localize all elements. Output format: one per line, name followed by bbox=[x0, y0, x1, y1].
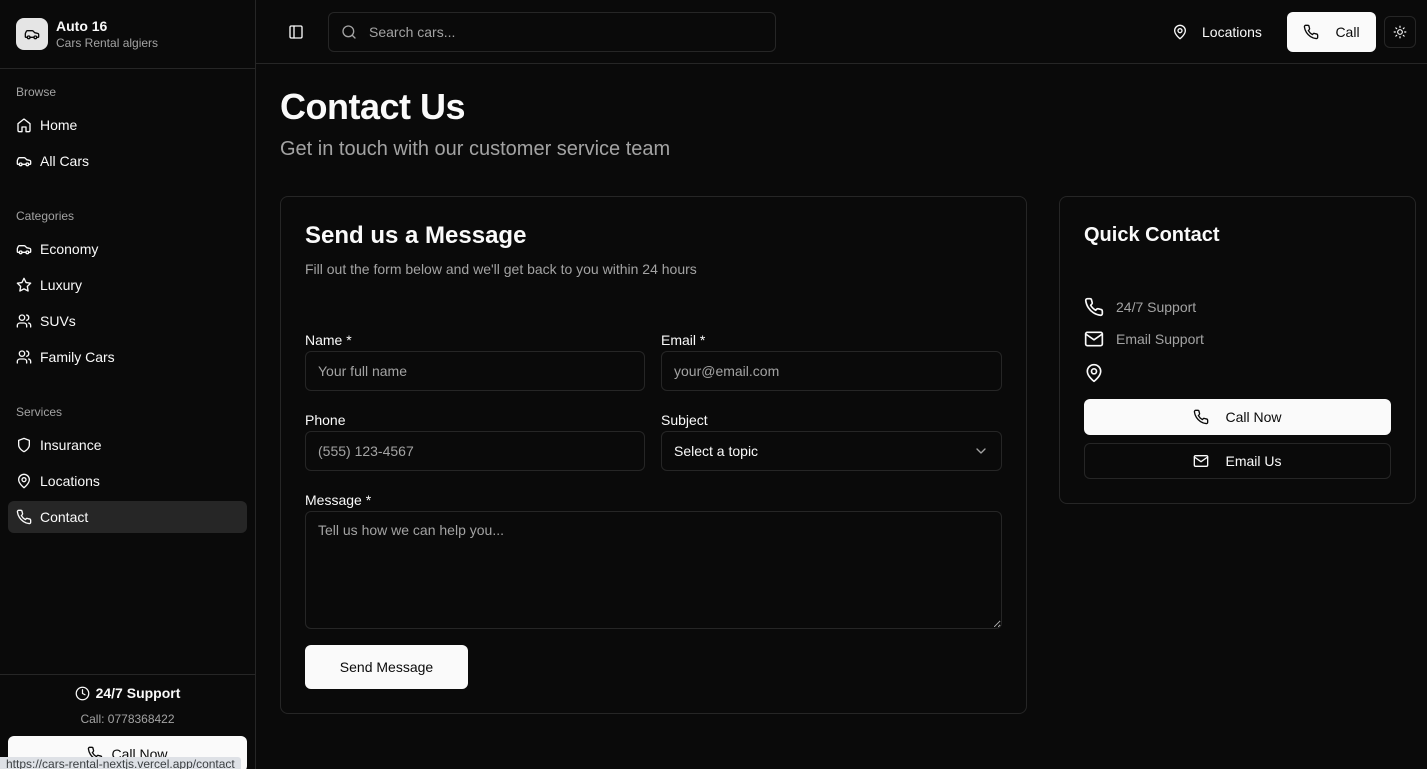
map-pin-icon bbox=[18, 473, 30, 489]
sidebar: Auto 16 Cars Rental algiers Browse Home … bbox=[0, 0, 256, 769]
phone-field[interactable] bbox=[305, 431, 645, 471]
sun-icon bbox=[1393, 25, 1407, 39]
sidebar-item-label: Economy bbox=[40, 241, 99, 257]
users-icon bbox=[16, 314, 32, 328]
sidebar-item-label: Contact bbox=[40, 509, 89, 525]
panel-left-icon bbox=[289, 25, 303, 39]
phone-icon bbox=[16, 509, 32, 525]
sidebar-item-insurance[interactable]: Insurance bbox=[8, 429, 247, 461]
subject-label: Subject bbox=[661, 412, 708, 428]
sidebar-item-label: Locations bbox=[40, 473, 100, 489]
message-field[interactable] bbox=[305, 511, 1002, 629]
sidebar-item-label: Luxury bbox=[40, 277, 83, 293]
sidebar-item-locations[interactable]: Locations bbox=[8, 465, 247, 497]
sidebar-item-label: All Cars bbox=[40, 153, 90, 169]
email-us-button[interactable]: Email Us bbox=[1084, 443, 1391, 479]
name-label: Name * bbox=[305, 332, 352, 348]
brand-title: Auto 16 bbox=[56, 18, 108, 34]
chevron-down-icon bbox=[976, 448, 986, 454]
email-label: Email * bbox=[661, 332, 706, 348]
sidebar-item-all-cars[interactable]: All Cars bbox=[8, 145, 247, 177]
phone-label: Phone bbox=[305, 412, 346, 428]
form-title: Send us a Message bbox=[305, 222, 527, 249]
email-field[interactable] bbox=[661, 351, 1002, 391]
sidebar-item-label: Insurance bbox=[40, 437, 102, 453]
clock-icon bbox=[75, 686, 89, 700]
brand[interactable]: Auto 16 Cars Rental algiers bbox=[0, 0, 255, 69]
map-pin-icon bbox=[1086, 363, 1102, 383]
users-icon bbox=[16, 350, 32, 364]
email-us-label: Email Us bbox=[1225, 453, 1282, 469]
sidebar-item-suvs[interactable]: SUVs bbox=[8, 305, 247, 337]
shield-icon bbox=[18, 437, 30, 453]
sidebar-item-contact[interactable]: Contact bbox=[8, 501, 247, 533]
locations-label: Locations bbox=[1202, 24, 1262, 40]
subject-value: Select a topic bbox=[674, 443, 759, 459]
email-support-text: Email Support bbox=[1116, 331, 1204, 347]
mail-icon bbox=[1084, 331, 1104, 347]
car-icon bbox=[16, 245, 32, 255]
brand-subtitle: Cars Rental algiers bbox=[56, 36, 159, 50]
phone-icon bbox=[1084, 297, 1104, 317]
sidebar-item-luxury[interactable]: Luxury bbox=[8, 269, 247, 301]
send-message-button[interactable]: Send Message bbox=[305, 645, 468, 689]
sidebar-item-home[interactable]: Home bbox=[8, 109, 247, 141]
contact-form-card: Send us a Message Fill out the form belo… bbox=[280, 196, 1027, 714]
sidebar-item-label: Home bbox=[40, 117, 78, 133]
top-header: Locations Call bbox=[256, 0, 1427, 64]
call-now-label: Call Now bbox=[1225, 409, 1282, 425]
header-call-button[interactable]: Call bbox=[1287, 12, 1376, 52]
star-icon bbox=[16, 277, 32, 292]
sidebar-toggle-button[interactable] bbox=[284, 20, 308, 44]
call-now-button[interactable]: Call Now bbox=[1084, 399, 1391, 435]
home-icon bbox=[17, 118, 31, 133]
support-phone-text: Call: 0778368422 bbox=[80, 712, 175, 726]
map-pin-icon bbox=[1174, 24, 1186, 40]
quick-contact-card: Quick Contact 24/7 Support Email Support… bbox=[1059, 196, 1416, 504]
sidebar-item-label: Family Cars bbox=[40, 349, 115, 365]
sidebar-item-family-cars[interactable]: Family Cars bbox=[8, 341, 247, 373]
name-field[interactable] bbox=[305, 351, 645, 391]
page-title: Contact Us bbox=[280, 86, 466, 127]
header-locations-button[interactable]: Locations bbox=[1158, 12, 1276, 52]
page-subtitle: Get in touch with our customer service t… bbox=[280, 138, 671, 160]
support-text: 24/7 Support bbox=[1116, 299, 1197, 315]
group-label-services: Services bbox=[16, 405, 63, 419]
phone-icon bbox=[1194, 409, 1209, 425]
search-bar[interactable] bbox=[328, 12, 776, 52]
quick-contact-title: Quick Contact bbox=[1084, 224, 1220, 246]
form-description: Fill out the form below and we'll get ba… bbox=[305, 261, 697, 277]
sidebar-item-economy[interactable]: Economy bbox=[8, 233, 247, 265]
sidebar-item-label: SUVs bbox=[40, 313, 76, 329]
mail-icon bbox=[1194, 455, 1209, 467]
quick-contact-location bbox=[1084, 363, 1104, 383]
sidebar-footer: 24/7 Support Call: 0778368422 Call Now bbox=[0, 674, 255, 769]
call-label: Call bbox=[1335, 24, 1360, 40]
browser-status-url: https://cars-rental-nextjs.vercel.app/co… bbox=[0, 757, 241, 769]
support-heading: 24/7 Support bbox=[0, 685, 255, 701]
car-icon bbox=[16, 18, 48, 50]
search-icon bbox=[342, 25, 356, 39]
support-label: 24/7 Support bbox=[95, 685, 181, 701]
quick-contact-email: Email Support bbox=[1084, 329, 1204, 349]
car-icon bbox=[16, 157, 32, 167]
quick-contact-support: 24/7 Support bbox=[1084, 297, 1196, 317]
message-label: Message * bbox=[305, 492, 372, 508]
search-input[interactable] bbox=[369, 24, 749, 40]
phone-icon bbox=[1304, 24, 1319, 40]
subject-select[interactable]: Select a topic bbox=[661, 431, 1002, 471]
group-label-categories: Categories bbox=[16, 209, 75, 223]
theme-toggle-button[interactable] bbox=[1384, 16, 1416, 48]
group-label-browse: Browse bbox=[16, 85, 57, 99]
